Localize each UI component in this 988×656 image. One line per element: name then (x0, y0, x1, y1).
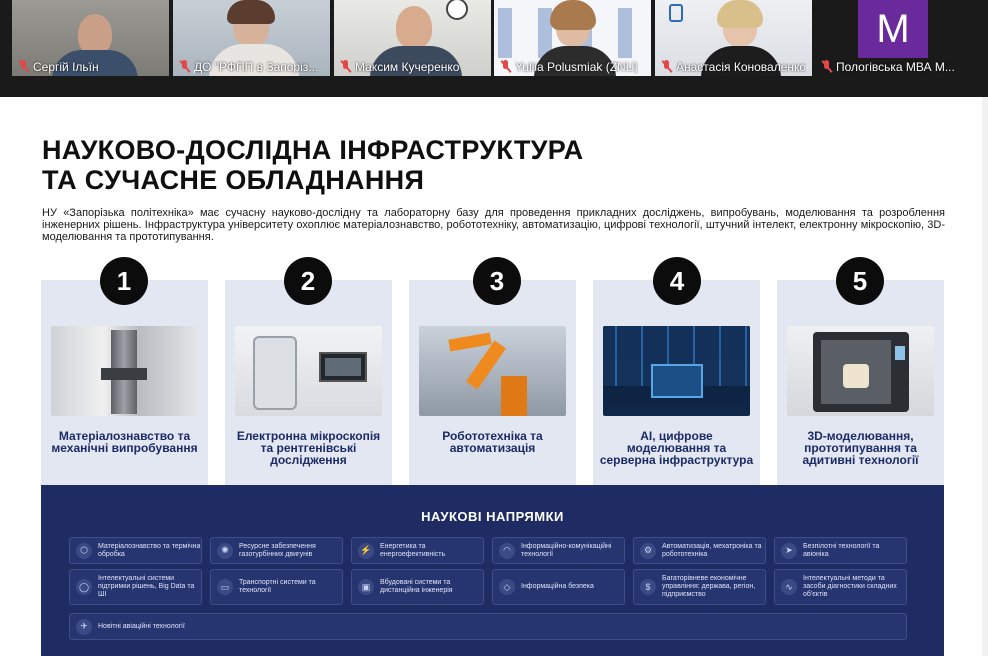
microscope-photo (235, 326, 382, 416)
panel-title: НАУКОВІ НАПРЯМКИ (421, 509, 564, 524)
shared-slide: НАУКОВО-ДОСЛІДНА ІНФРАСТРУКТУРА ТА СУЧАС… (0, 97, 988, 656)
direction-chip: ◯ Інтелектуальні системи підтримки рішен… (69, 569, 202, 605)
mic-muted-icon (500, 60, 512, 73)
direction-chip: ⚡ Енергетика та енергоефективність (351, 537, 484, 564)
direction-chip: ▭ Транспортні системи та технології (210, 569, 343, 605)
infrastructure-card: Робототехніка та автоматизація (409, 280, 576, 485)
bolt-icon: ⚡ (358, 542, 374, 559)
direction-chip: ⬡ Матеріалознавство та термічна обробка (69, 537, 202, 564)
card-label: Матеріалознавство та механічні випробува… (51, 429, 198, 455)
direction-chip: ➤ Безпілотні технології та авіоніка (774, 537, 907, 564)
infrastructure-card: Матеріалознавство та механічні випробува… (41, 280, 208, 485)
mic-muted-icon (661, 60, 673, 73)
chat-icon: ◯ (76, 579, 92, 595)
card-label: Електронна мікроскопія та рентгенівські … (236, 429, 381, 467)
infrastructure-card: Електронна мікроскопія та рентгенівські … (225, 280, 392, 485)
plane-icon: ➤ (781, 542, 797, 559)
truck-icon: ▭ (217, 579, 233, 595)
participant-name: Yuliia Polusmiak (ZNU) (515, 59, 639, 74)
participant-tile[interactable]: Анастасія Коноваленко (655, 0, 812, 76)
card-label: 3D-моделювання, прототипування та адитив… (802, 429, 919, 467)
participant-tile[interactable]: Сергій Ільїн (12, 0, 169, 76)
aircraft-icon: ✈ (76, 618, 92, 635)
sun-icon: ✺ (217, 542, 233, 559)
participant-name: Сергій Ільїн (33, 59, 99, 74)
participant-tile[interactable]: Yuliia Polusmiak (ZNU) (494, 0, 651, 76)
card-number-badge: 1 (100, 257, 148, 305)
slide-intro: НУ «Запорізька політехніка» має сучасну … (42, 207, 945, 243)
participant-face (78, 14, 112, 54)
participant-name: Анастасія Коноваленко (676, 59, 807, 74)
direction-chip: ◇ Інформаційна безпека (492, 569, 625, 605)
participant-tile[interactable]: ДО "РФПП в Запоріз... (173, 0, 330, 76)
mic-muted-icon (340, 60, 352, 73)
avatar: M (858, 0, 928, 58)
direction-chip: $ Багаторівневе економічне управління: д… (633, 569, 766, 605)
card-number-badge: 5 (836, 257, 884, 305)
chip-icon: ▣ (358, 579, 374, 595)
participant-tile[interactable]: M Пологівська МВА М... (815, 0, 975, 76)
participant-tile[interactable]: Максим Кучеренко (334, 0, 491, 76)
mic-muted-icon (821, 60, 833, 73)
card-number-badge: 2 (284, 257, 332, 305)
direction-chip: ✺ Ресурсне забезпечення газотурбінних дв… (210, 537, 343, 564)
card-label: Робототехніка та автоматизація (442, 429, 543, 455)
mic-muted-icon (179, 60, 191, 73)
testing-machine-photo (51, 326, 198, 416)
pulse-icon: ∿ (781, 579, 797, 595)
direction-chip: ✈ Новітні авіаційні технології (69, 613, 907, 640)
dollar-icon: $ (640, 579, 656, 595)
direction-chip: ▣ Вбудовані системи та дистанційна інжен… (351, 569, 484, 605)
slide-scrollbar[interactable] (982, 97, 988, 656)
participant-strip: Сергій Ільїн ДО "РФПП в Запоріз... Макси… (0, 0, 988, 97)
robot-icon: ⚙ (640, 542, 656, 559)
logo-icon (669, 4, 683, 22)
participant-face (396, 6, 432, 48)
participant-name: ДО "РФПП в Запоріз... (194, 59, 319, 74)
research-directions-panel: НАУКОВІ НАПРЯМКИ ⬡ Матеріалознавство та … (41, 485, 944, 656)
participant-name: Пологівська МВА М... (836, 59, 955, 74)
participant-name: Максим Кучеренко (355, 59, 460, 74)
3d-printer-photo (787, 326, 934, 416)
card-number-badge: 3 (473, 257, 521, 305)
cube-icon: ⬡ (76, 542, 92, 559)
shield-icon: ◇ (499, 579, 515, 595)
infrastructure-card: AI, цифрове моделювання та серверна інфр… (593, 280, 760, 485)
mic-muted-icon (18, 60, 30, 73)
card-label: AI, цифрове моделювання та серверна інфр… (599, 429, 754, 467)
robot-arm-photo (419, 326, 566, 416)
direction-chip: ◠ Інформаційно-комунікаційні технології (492, 537, 625, 564)
wifi-icon: ◠ (499, 542, 515, 559)
direction-chip: ⚙ Автоматизація, мехатроніка та робототе… (633, 537, 766, 564)
server-room-photo (603, 326, 750, 416)
infrastructure-card: 3D-моделювання, прототипування та адитив… (777, 280, 944, 485)
card-number-badge: 4 (653, 257, 701, 305)
slide-title: НАУКОВО-ДОСЛІДНА ІНФРАСТРУКТУРА ТА СУЧАС… (42, 135, 584, 195)
direction-chip: ∿ Інтелектуальні методи та засоби діагно… (774, 569, 907, 605)
